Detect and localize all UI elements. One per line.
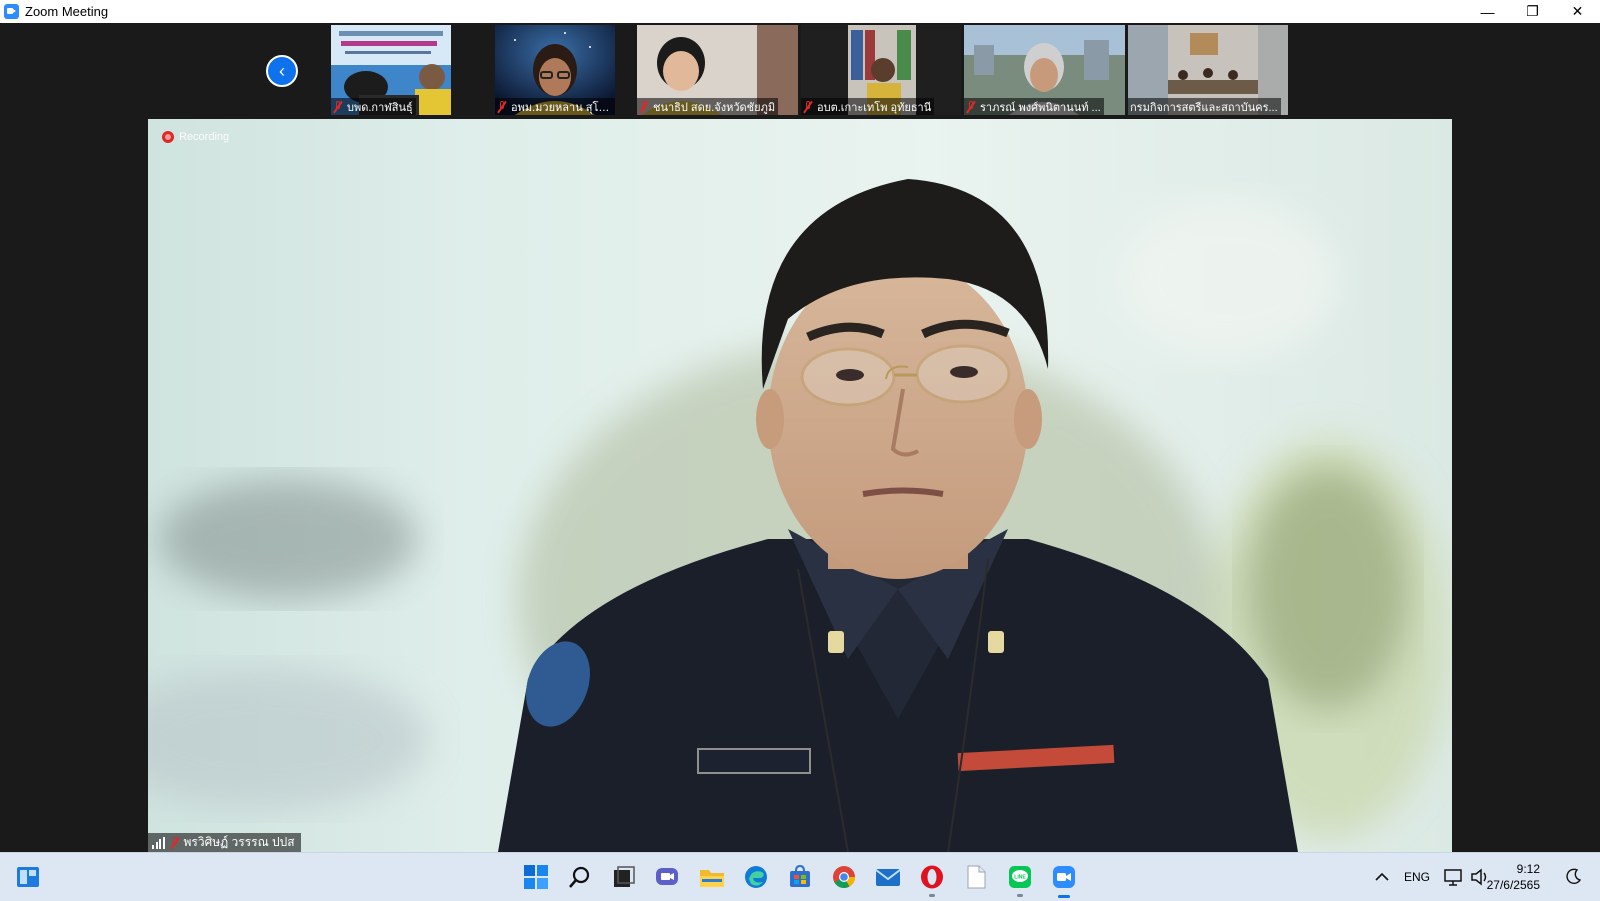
speaker-video-frame xyxy=(148,179,1448,852)
zoom-logo-icon xyxy=(4,4,19,19)
participant-tile[interactable]: บพด.กาฬสินธุ์ xyxy=(331,25,451,115)
mic-muted-icon xyxy=(333,100,343,113)
active-speaker-video: Recording พรวิศิษฏ์ วรรรณ ปปส xyxy=(148,119,1452,852)
clock-date: 27/6/2565 xyxy=(1486,878,1540,892)
restore-button[interactable]: ❐ xyxy=(1510,0,1555,23)
participant-name: ราภรณ์ พงศ์พนิตานนท์ ... xyxy=(980,101,1101,114)
window-title: Zoom Meeting xyxy=(25,4,109,19)
gallery-prev-button[interactable]: ‹ xyxy=(266,55,298,87)
teams-chat-icon[interactable] xyxy=(654,863,682,891)
edge-icon[interactable] xyxy=(742,863,770,891)
participant-gallery: ‹ บพด.กาฬสินธุ์ อพม.มวยหลาน สุโขทัย ชนาธ… xyxy=(0,23,1600,119)
recording-icon xyxy=(162,131,174,143)
language-indicator[interactable]: ENG xyxy=(1404,870,1430,884)
minimize-button[interactable]: — xyxy=(1465,0,1510,23)
window-controls: — ❐ ✕ xyxy=(1465,0,1600,23)
windows-taskbar: LINE ENG 9:12 27/6/2565 xyxy=(0,852,1600,901)
participant-tile[interactable]: กรมกิจการสตรีและสถาบันคร... xyxy=(1128,25,1288,115)
participant-tile[interactable]: ชนาธิป สดย.จังหวัดชัยภูมิ xyxy=(637,25,798,115)
mic-muted-icon xyxy=(170,836,180,849)
recording-indicator: Recording xyxy=(162,131,229,143)
widgets-icon[interactable] xyxy=(14,863,42,891)
participant-name-bar: อพม.มวยหลาน สุโขทัย xyxy=(495,98,615,115)
close-button[interactable]: ✕ xyxy=(1555,0,1600,23)
participant-tile[interactable]: อพม.มวยหลาน สุโขทัย xyxy=(495,25,615,115)
notifications-icon[interactable] xyxy=(1560,863,1588,891)
speaker-name-bar: พรวิศิษฏ์ วรรรณ ปปส xyxy=(148,833,301,852)
participant-name: อบต.เกาะเทโพ อุทัยธานี xyxy=(817,101,932,114)
participant-name: กรมกิจการสตรีและสถาบันคร... xyxy=(1130,101,1278,114)
mic-muted-icon xyxy=(497,100,507,113)
mic-muted-icon xyxy=(966,100,976,113)
opera-icon[interactable] xyxy=(918,863,946,897)
mic-muted-icon xyxy=(803,100,813,113)
mic-muted-icon xyxy=(639,100,649,113)
line-icon[interactable]: LINE xyxy=(1006,863,1034,897)
participant-name-bar: บพด.กาฬสินธุ์ xyxy=(331,98,416,115)
recording-label: Recording xyxy=(179,131,230,143)
title-bar: Zoom Meeting — ❐ ✕ xyxy=(0,0,1600,23)
store-icon[interactable] xyxy=(786,863,814,891)
participant-name: อพม.มวยหลาน สุโขทัย xyxy=(511,101,612,114)
search-icon[interactable] xyxy=(566,863,594,891)
svg-text:LINE: LINE xyxy=(1014,875,1026,881)
task-view-icon[interactable] xyxy=(610,863,638,891)
network-icon[interactable] xyxy=(1440,863,1468,891)
participant-tile[interactable]: อบต.เกาะเทโพ อุทัยธานี xyxy=(801,25,961,115)
participant-name-bar: ชนาธิป สดย.จังหวัดชัยภูมิ xyxy=(637,98,779,115)
participant-tile[interactable]: ราภรณ์ พงศ์พนิตานนท์ ... xyxy=(964,25,1125,115)
chevron-left-icon: ‹ xyxy=(279,60,285,81)
notepad-icon[interactable] xyxy=(962,863,990,891)
participant-name-bar: ราภรณ์ พงศ์พนิตานนท์ ... xyxy=(964,98,1104,115)
participant-name-bar: อบต.เกาะเทโพ อุทัยธานี xyxy=(801,98,935,115)
zoom-icon[interactable] xyxy=(1050,863,1078,898)
connection-signal-icon xyxy=(152,836,165,849)
chrome-icon[interactable] xyxy=(830,863,858,891)
system-clock[interactable]: 9:12 27/6/2565 xyxy=(1487,861,1540,893)
mail-icon[interactable] xyxy=(874,863,902,891)
chevron-up-icon[interactable] xyxy=(1368,863,1396,891)
clock-time: 9:12 xyxy=(1516,862,1540,876)
participant-name: ชนาธิป สดย.จังหวัดชัยภูมิ xyxy=(653,101,776,114)
file-explorer-icon[interactable] xyxy=(698,863,726,891)
participant-name: บพด.กาฬสินธุ์ xyxy=(347,101,413,114)
start-icon[interactable] xyxy=(522,863,550,891)
participant-name-bar: กรมกิจการสตรีและสถาบันคร... xyxy=(1128,98,1281,115)
speaker-name: พรวิศิษฏ์ วรรรณ ปปส xyxy=(183,835,295,849)
